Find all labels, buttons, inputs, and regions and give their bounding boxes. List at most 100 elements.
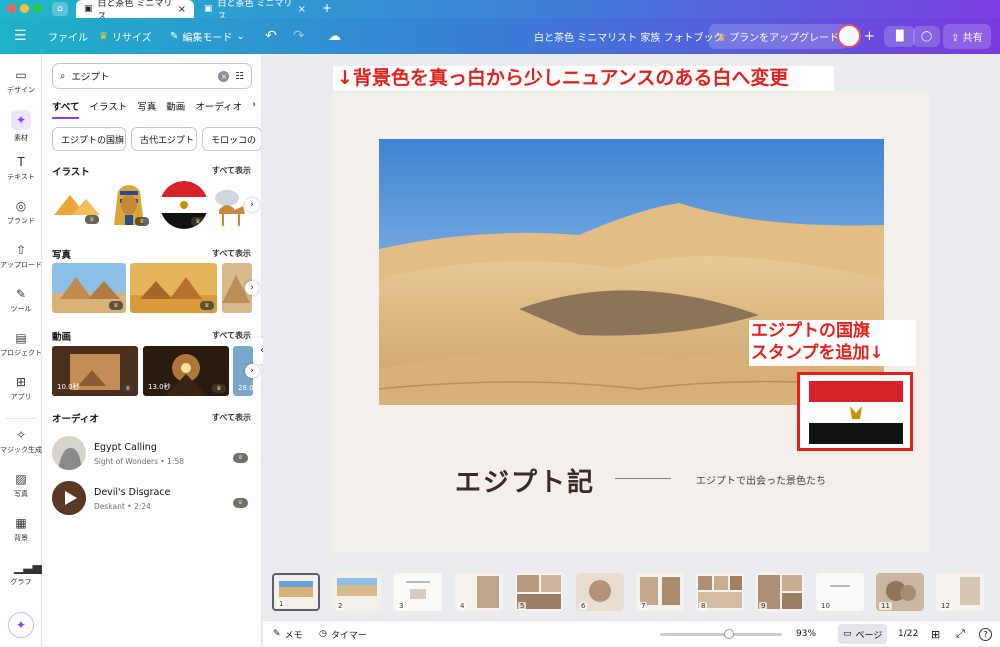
page-thumb-10[interactable]: 10 [816, 573, 864, 611]
sidebar-item-text[interactable]: T テキスト [0, 155, 42, 182]
file-menu[interactable]: ファイル [48, 18, 88, 54]
page-thumb-12[interactable]: 12 [936, 573, 984, 611]
chip-ancient-egypt[interactable]: 古代エジプト [131, 127, 197, 151]
sidebar-item-elements[interactable]: ✦ 素材 [0, 110, 42, 143]
document-title[interactable]: 白と茶色 ミニマリスト 家族 フォトブック [534, 18, 724, 54]
menu-icon[interactable]: ☰ [14, 18, 27, 54]
notes-button[interactable]: ✎ メモ [273, 621, 303, 647]
filter-audio[interactable]: オーディオ [195, 99, 242, 119]
illust-pharaoh[interactable]: ♛ [106, 179, 152, 229]
tab-2[interactable]: ▣ 白と茶色 ミニマリス... × [196, 0, 314, 22]
page-number: 10 [819, 602, 832, 610]
photo-pyramids-1[interactable]: ♛ [52, 263, 126, 313]
filter-illust[interactable]: イラスト [89, 99, 127, 119]
filter-all[interactable]: すべて [52, 99, 80, 119]
cloud-save-icon[interactable]: ☁ [328, 18, 341, 54]
sidebar-item-apps[interactable]: ⊞ アプリ [0, 375, 42, 402]
page-thumb-11[interactable]: 11 [876, 573, 924, 611]
resize-button[interactable]: ♛ リサイズ [99, 18, 152, 54]
illust-pyramids[interactable]: ♛ [52, 181, 102, 227]
close-tab-icon[interactable]: × [178, 4, 186, 15]
page-thumb-6[interactable]: 6 [576, 573, 624, 611]
new-tab-icon[interactable]: + [322, 1, 332, 15]
page-thumb-8[interactable]: 8 [696, 573, 744, 611]
sidebar-item-projects[interactable]: ▤ プロジェクト [0, 331, 42, 358]
pages-view-button[interactable]: ▭ ページ [838, 624, 888, 644]
edit-mode-button[interactable]: ✎ 編集モード ⌄ [170, 18, 245, 54]
photo-next-arrow[interactable]: › [245, 281, 259, 295]
zoom-slider-handle[interactable] [724, 629, 734, 639]
magic-icon: ✧ [15, 428, 27, 442]
page-thumb-1[interactable]: 1 [272, 573, 320, 611]
video-clip-2[interactable]: 13.0秒 ♛ [143, 346, 229, 396]
photo-pyramids-2[interactable]: ♛ [130, 263, 217, 313]
close-tab-icon[interactable]: × [298, 4, 306, 15]
chip-egypt-flag[interactable]: エジプトの国旗 [52, 127, 126, 151]
page-title[interactable]: エジプト記 [455, 462, 595, 499]
background-icon: ▦ [15, 516, 27, 530]
chip-morocco[interactable]: モロッコの [202, 127, 261, 151]
page-thumb-7[interactable]: 7 [636, 573, 684, 611]
help-button[interactable]: ? [979, 621, 992, 647]
filter-settings-icon[interactable]: ☷ [235, 71, 244, 82]
close-window-button[interactable] [7, 4, 16, 13]
sidebar-item-tools[interactable]: ✎ ツール [0, 287, 42, 314]
left-sidebar: ▭ デザイン ✦ 素材 T テキスト ◎ ブランド ⇧ アップロード ✎ ツール ▤ プロジェ… [0, 54, 42, 646]
sidebar-item-charts[interactable]: ▁▃▅ グラフ [0, 560, 42, 587]
filter-video[interactable]: 動画 [166, 99, 185, 119]
sidebar-item-photos[interactable]: ▨ 写真 [0, 472, 42, 499]
share-icon: ⇪ [951, 32, 960, 44]
audio-item-2[interactable]: Devil's Disgrace Deskant • 2:24 ♛ [52, 481, 252, 519]
audio-item-1[interactable]: Egypt Calling Sight of Wonders • 1:58 ♛ [52, 436, 252, 474]
video-next-arrow[interactable]: › [245, 364, 259, 378]
see-all-photo[interactable]: すべて表示 [212, 248, 251, 259]
page-thumb-4[interactable]: 4 [455, 573, 503, 611]
home-icon[interactable]: ⌂ [52, 2, 68, 16]
sidebar-divider [6, 418, 36, 419]
page-number: 8 [699, 602, 708, 610]
audio-subtitle: Sight of Wonders • 1:58 [94, 457, 185, 466]
minimize-window-button[interactable] [20, 4, 29, 13]
egypt-flag-stamp[interactable] [797, 372, 913, 451]
tab-1[interactable]: ▣ 白と茶色 ミニマリス... × [76, 0, 194, 22]
zoom-slider[interactable] [660, 629, 782, 639]
crown-icon: ♛ [85, 215, 99, 224]
avatar[interactable] [837, 24, 861, 48]
undo-icon[interactable]: ↶ [265, 18, 277, 54]
filter-photo[interactable]: 写真 [137, 99, 156, 119]
resize-label: リサイズ [111, 32, 152, 44]
sidebar-item-design[interactable]: ▭ デザイン [0, 68, 42, 95]
zoom-level[interactable]: 93% [796, 621, 816, 647]
pages-icon: ▭ [843, 629, 852, 639]
grid-view-icon[interactable]: ⊞ [931, 621, 940, 647]
sidebar-item-background[interactable]: ▦ 背景 [0, 516, 42, 543]
see-all-video[interactable]: すべて表示 [212, 330, 251, 341]
video-clip-1[interactable]: 10.0秒 ♛ [52, 346, 138, 396]
page-thumb-5[interactable]: 5 [515, 573, 563, 611]
clear-search-icon[interactable]: × [218, 70, 230, 82]
share-button[interactable]: ⇪ 共有 [943, 23, 991, 49]
fullscreen-icon[interactable]: ⤢ [956, 621, 965, 647]
chevron-right-icon[interactable]: › [252, 99, 256, 119]
magic-assistant-button[interactable]: ✦ [8, 612, 34, 638]
see-all-audio[interactable]: すべて表示 [212, 412, 251, 423]
page-number: 4 [458, 602, 467, 610]
illust-egypt-flag[interactable]: ♛ [160, 181, 208, 229]
page-subtitle[interactable]: エジプトで出会った景色たち [696, 472, 826, 487]
upgrade-button[interactable]: ♛ プランをアップグレード [709, 23, 848, 49]
page-thumb-2[interactable]: 2 [333, 573, 381, 611]
redo-icon[interactable]: ↷ [293, 18, 305, 54]
see-all-illust[interactable]: すべて表示 [212, 165, 251, 176]
timer-button[interactable]: ◷ タイマー [319, 621, 367, 647]
illust-next-arrow[interactable]: › [245, 198, 259, 212]
maximize-window-button[interactable] [33, 4, 42, 13]
insights-button[interactable]: ▐▌ [884, 24, 916, 48]
sidebar-item-upload[interactable]: ⇧ アップロード [0, 243, 42, 270]
search-input[interactable]: ⌕ エジプト × ☷ [52, 63, 252, 89]
sidebar-item-magic[interactable]: ✧ マジック生成 [0, 428, 42, 455]
comments-button[interactable]: ◯ [913, 24, 941, 48]
page-thumb-9[interactable]: 9 [756, 573, 804, 611]
page-thumb-3[interactable]: 3 [394, 573, 442, 611]
add-collaborator-icon[interactable]: + [864, 18, 875, 54]
sidebar-item-brand[interactable]: ◎ ブランド [0, 199, 42, 226]
